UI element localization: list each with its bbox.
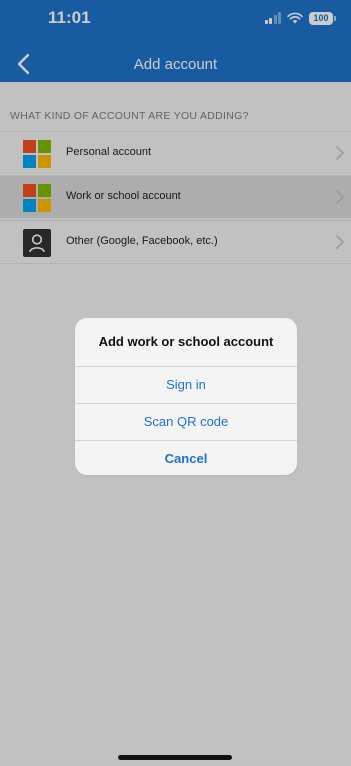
home-indicator[interactable] — [118, 755, 232, 760]
add-work-account-dialog: Add work or school account Sign in Scan … — [75, 318, 297, 475]
app-screen: 11:01 100 Add account WHAT KIND OF ACCOU… — [0, 0, 351, 766]
dialog-title: Add work or school account — [98, 334, 274, 349]
sign-in-button[interactable]: Sign in — [75, 366, 297, 403]
cancel-button[interactable]: Cancel — [75, 440, 297, 475]
scan-qr-code-button[interactable]: Scan QR code — [75, 403, 297, 440]
